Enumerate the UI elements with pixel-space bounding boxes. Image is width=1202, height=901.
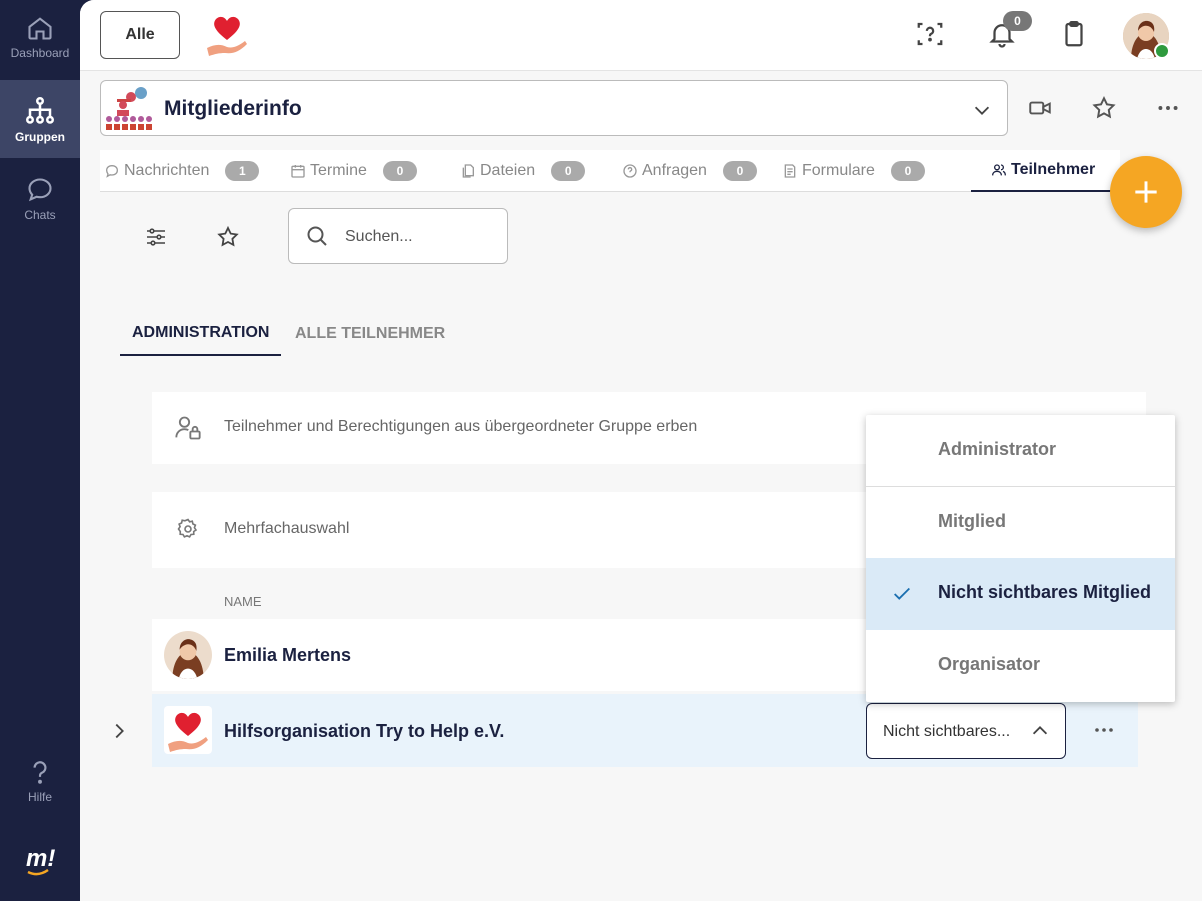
message-icon	[105, 164, 119, 178]
subtab-administration[interactable]: ADMINISTRATION	[120, 312, 282, 356]
search-input[interactable]	[345, 225, 495, 249]
chat-bubble-icon	[28, 178, 52, 202]
tab-count-badge: 1	[225, 161, 260, 181]
org-heart-hand-logo[interactable]	[204, 10, 250, 58]
form-icon	[784, 164, 796, 178]
member-name: Hilfsorganisation Try to Help e.V.	[224, 721, 505, 741]
chevron-up-icon	[1032, 726, 1048, 735]
role-select[interactable]: Nicht sichtbares...	[866, 703, 1066, 759]
member-name: Emilia Mertens	[224, 645, 352, 665]
tab-count-badge: 0	[890, 161, 925, 181]
files-icon	[462, 164, 474, 178]
tab-formulare[interactable]: Formulare 0	[782, 150, 925, 192]
tab-count-badge: 0	[382, 161, 417, 181]
more-options-icon[interactable]	[1152, 92, 1184, 124]
avatar	[164, 706, 212, 754]
sidebar-item-gruppen[interactable]: Gruppen	[0, 80, 80, 158]
role-option-nicht-sichtbares-mitglied[interactable]: Nicht sichtbares Mitglied	[866, 558, 1175, 630]
main-panel: Alle 0 Mitgliederinfo Nachrichten 1 Term…	[80, 0, 1202, 901]
tab-termine[interactable]: Termine 0	[290, 150, 417, 192]
top-bar: Alle 0	[80, 0, 1202, 71]
sidebar: Dashboard Gruppen Chats Hilfe m!	[0, 0, 80, 901]
tab-label: Formulare	[802, 162, 875, 179]
tab-nachrichten[interactable]: Nachrichten 1	[104, 150, 260, 192]
multiselect-label: Mehrfachauswahl	[224, 520, 350, 537]
sidebar-item-dashboard[interactable]: Dashboard	[0, 14, 80, 64]
tab-count-badge: 0	[722, 161, 757, 181]
checkmark-icon	[894, 587, 910, 600]
plus-icon	[1135, 181, 1157, 203]
role-dropdown-menu: Administrator Mitglied Nicht sichtbares …	[866, 415, 1175, 702]
notification-badge: 0	[1003, 11, 1032, 31]
tab-dateien[interactable]: Dateien 0	[460, 150, 586, 192]
home-icon	[28, 17, 52, 40]
tab-label: Teilnehmer	[1011, 161, 1096, 178]
tab-label: Termine	[310, 162, 367, 179]
tab-teilnehmer[interactable]: Teilnehmer	[971, 150, 1124, 192]
sidebar-item-label: Dashboard	[10, 46, 70, 60]
clipboard-icon[interactable]	[1058, 18, 1090, 50]
search-icon	[307, 226, 327, 246]
column-header-name: NAME	[224, 594, 262, 609]
role-option-organisator[interactable]: Organisator	[866, 630, 1175, 702]
subtab-alle-teilnehmer[interactable]: ALLE TEILNEHMER	[295, 312, 445, 356]
sidebar-item-label: Hilfe	[27, 790, 52, 804]
search-box[interactable]	[288, 208, 508, 264]
tab-count-badge: 0	[551, 161, 586, 181]
calendar-icon	[291, 165, 305, 178]
help-scan-icon[interactable]	[914, 18, 946, 50]
online-status-icon	[1154, 43, 1170, 59]
favorite-star-icon[interactable]	[1088, 92, 1120, 124]
chevron-down-icon	[971, 99, 993, 126]
gear-icon	[177, 518, 198, 538]
question-icon	[33, 761, 47, 784]
favorites-filter-star-icon[interactable]	[213, 222, 243, 252]
hierarchy-icon	[25, 96, 54, 124]
filter-sliders-icon[interactable]	[141, 222, 171, 252]
row-more-options-icon[interactable]	[1092, 718, 1116, 747]
sidebar-item-hilfe[interactable]: Hilfe	[0, 758, 80, 808]
svg-text:m!: m!	[26, 845, 55, 872]
role-option-mitglied[interactable]: Mitglied	[866, 487, 1175, 559]
tab-label: Dateien	[480, 162, 536, 179]
group-title: Mitgliederinfo	[164, 97, 302, 120]
group-selector[interactable]: Mitgliederinfo	[100, 80, 1008, 136]
video-call-icon[interactable]	[1024, 92, 1056, 124]
expand-row-chevron-icon[interactable]	[108, 719, 130, 748]
group-logo	[103, 83, 155, 133]
role-option-administrator[interactable]: Administrator	[866, 415, 1175, 487]
avatar	[164, 631, 212, 679]
m-logo-icon[interactable]: m!	[0, 840, 80, 880]
inherit-permissions-label: Teilnehmer und Berechtigungen aus überge…	[224, 418, 698, 435]
group-tabs: Nachrichten 1 Termine 0 Dateien 0 Anfrag…	[100, 150, 1124, 192]
alle-button[interactable]: Alle	[100, 11, 180, 59]
sidebar-item-label: Gruppen	[15, 130, 65, 144]
add-fab-button[interactable]	[1110, 156, 1182, 228]
user-lock-icon	[175, 416, 201, 440]
role-select-value: Nicht sichtbares...	[883, 723, 1011, 740]
tab-anfragen[interactable]: Anfragen 0	[622, 150, 757, 192]
people-icon	[992, 164, 1006, 176]
question-circle-icon	[623, 164, 637, 178]
sidebar-item-chats[interactable]: Chats	[0, 176, 80, 226]
tab-label: Nachrichten	[124, 162, 210, 179]
tab-label: Anfragen	[642, 162, 707, 179]
sidebar-item-label: Chats	[24, 208, 56, 222]
